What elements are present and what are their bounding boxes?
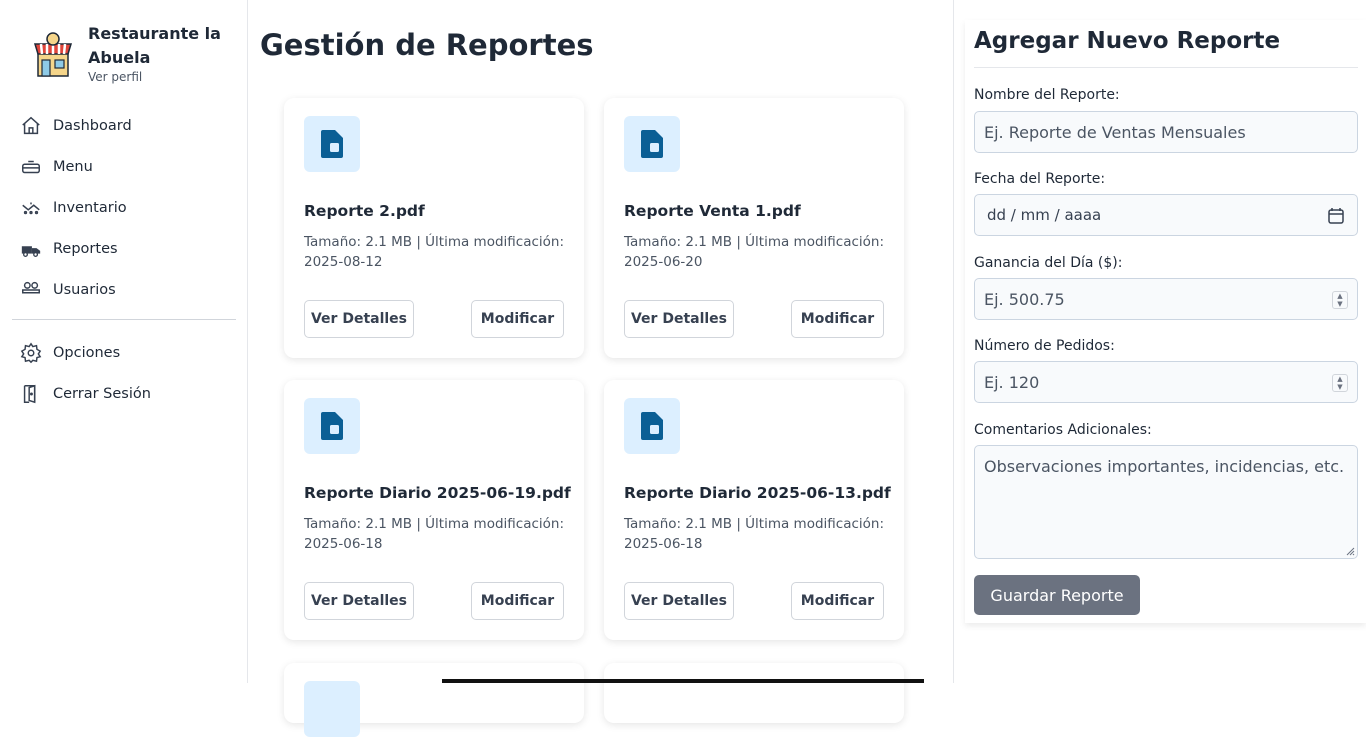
restaurant-logo-icon (33, 32, 73, 77)
restaurant-name: Restaurante la Abuela (88, 24, 221, 67)
report-date-input[interactable]: dd / mm / aaaa (974, 194, 1358, 236)
truck-icon (21, 245, 41, 257)
orders-input[interactable]: Ej. 120 ▲ ▼ (974, 361, 1358, 403)
report-date-placeholder: dd / mm / aaaa (987, 206, 1102, 224)
sidebar-item-label: Cerrar Sesión (53, 385, 151, 402)
number-stepper-icon[interactable]: ▲ ▼ (1332, 291, 1348, 309)
file-icon (624, 116, 680, 172)
modify-button[interactable]: Modificar (471, 582, 564, 620)
report-card-partial (604, 663, 904, 723)
sidebar-item-label: Reportes (53, 240, 118, 257)
modify-button[interactable]: Modificar (791, 300, 884, 338)
gear-icon (20, 342, 42, 363)
comments-label: Comentarios Adicionales: (974, 422, 1152, 438)
add-report-form: Agregar Nuevo Reporte Nombre del Reporte… (965, 20, 1366, 623)
sidebar-item-label: Inventario (53, 199, 127, 216)
sidebar-item-inventario[interactable]: Inventario (12, 187, 236, 228)
comments-placeholder: Observaciones importantes, incidencias, … (984, 457, 1345, 476)
report-card: Reporte Venta 1.pdf Tamaño: 2.1 MB | Últ… (604, 98, 904, 358)
report-name: Reporte Venta 1.pdf (624, 202, 801, 220)
inventory-icon (22, 202, 40, 214)
users-icon (22, 281, 40, 293)
report-card: Reporte Diario 2025-06-19.pdf Tamaño: 2.… (284, 380, 584, 640)
report-name: Reporte 2.pdf (304, 202, 425, 220)
report-card-partial (284, 663, 584, 737)
profit-input[interactable]: Ej. 500.75 ▲ ▼ (974, 278, 1358, 320)
brand: Restaurante la Abuela Ver perfil (32, 22, 238, 84)
file-icon (624, 398, 680, 454)
report-name-label: Nombre del Reporte: (974, 87, 1120, 103)
nav-divider (12, 319, 236, 320)
form-divider (974, 67, 1358, 68)
sidebar: Restaurante la Abuela Ver perfil Dashboa… (0, 0, 248, 683)
sidebar-item-dashboard[interactable]: Dashboard (12, 105, 236, 146)
serving-dish-icon (22, 160, 40, 173)
report-card: Reporte Diario 2025-06-13.pdf Tamaño: 2.… (604, 380, 904, 640)
view-details-button[interactable]: Ver Detalles (304, 300, 414, 338)
report-meta: Tamaño: 2.1 MB | Última modificación: 20… (304, 234, 565, 270)
sidebar-item-reportes[interactable]: Reportes (12, 228, 236, 269)
report-card: Reporte 2.pdf Tamaño: 2.1 MB | Última mo… (284, 98, 584, 358)
sidebar-item-label: Dashboard (53, 117, 132, 134)
sidebar-item-menu[interactable]: Menu (12, 146, 236, 187)
sidebar-item-label: Menu (53, 158, 93, 175)
file-icon (304, 116, 360, 172)
door-exit-icon (23, 384, 36, 403)
report-name-placeholder: Ej. Reporte de Ventas Mensuales (984, 122, 1246, 142)
view-details-button[interactable]: Ver Detalles (304, 582, 414, 620)
view-details-button[interactable]: Ver Detalles (624, 300, 734, 338)
horizontal-scrollbar[interactable] (442, 679, 924, 683)
number-stepper-icon[interactable]: ▲ ▼ (1332, 374, 1348, 392)
modify-button[interactable]: Modificar (791, 582, 884, 620)
orders-placeholder: Ej. 120 (984, 372, 1040, 392)
sidebar-item-label: Usuarios (53, 281, 116, 298)
view-details-button[interactable]: Ver Detalles (624, 582, 734, 620)
report-name-input[interactable]: Ej. Reporte de Ventas Mensuales (974, 111, 1358, 153)
save-report-button[interactable]: Guardar Reporte (974, 575, 1140, 615)
report-meta: Tamaño: 2.1 MB | Última modificación: 20… (304, 516, 565, 552)
profit-label: Ganancia del Día ($): (974, 255, 1123, 271)
file-icon (304, 681, 360, 737)
home-icon (22, 116, 40, 134)
report-name: Reporte Diario 2025-06-13.pdf (624, 484, 891, 502)
report-meta: Tamaño: 2.1 MB | Última modificación: 20… (624, 516, 885, 552)
profit-placeholder: Ej. 500.75 (984, 289, 1065, 309)
report-meta: Tamaño: 2.1 MB | Última modificación: 20… (624, 234, 885, 270)
orders-label: Número de Pedidos: (974, 338, 1115, 354)
sidebar-item-cerrar-sesion[interactable]: Cerrar Sesión (12, 373, 236, 414)
report-date-label: Fecha del Reporte: (974, 171, 1106, 187)
sidebar-nav: Dashboard Menu Inventario Reportes Usuar… (12, 105, 236, 414)
main-content: Gestión de Reportes Reporte 2.pdf Tamaño… (249, 0, 954, 737)
comments-textarea[interactable]: Observaciones importantes, incidencias, … (974, 445, 1358, 559)
sidebar-item-usuarios[interactable]: Usuarios (12, 269, 236, 310)
sidebar-item-label: Opciones (53, 344, 121, 361)
file-icon (304, 398, 360, 454)
report-name: Reporte Diario 2025-06-19.pdf (304, 484, 571, 502)
calendar-icon[interactable] (1327, 207, 1345, 225)
resize-handle-icon[interactable] (1345, 546, 1355, 556)
page-title: Gestión de Reportes (260, 28, 594, 62)
profile-link[interactable]: Ver perfil (88, 70, 238, 84)
form-title: Agregar Nuevo Reporte (974, 28, 1281, 54)
modify-button[interactable]: Modificar (471, 300, 564, 338)
sidebar-item-opciones[interactable]: Opciones (12, 332, 236, 373)
